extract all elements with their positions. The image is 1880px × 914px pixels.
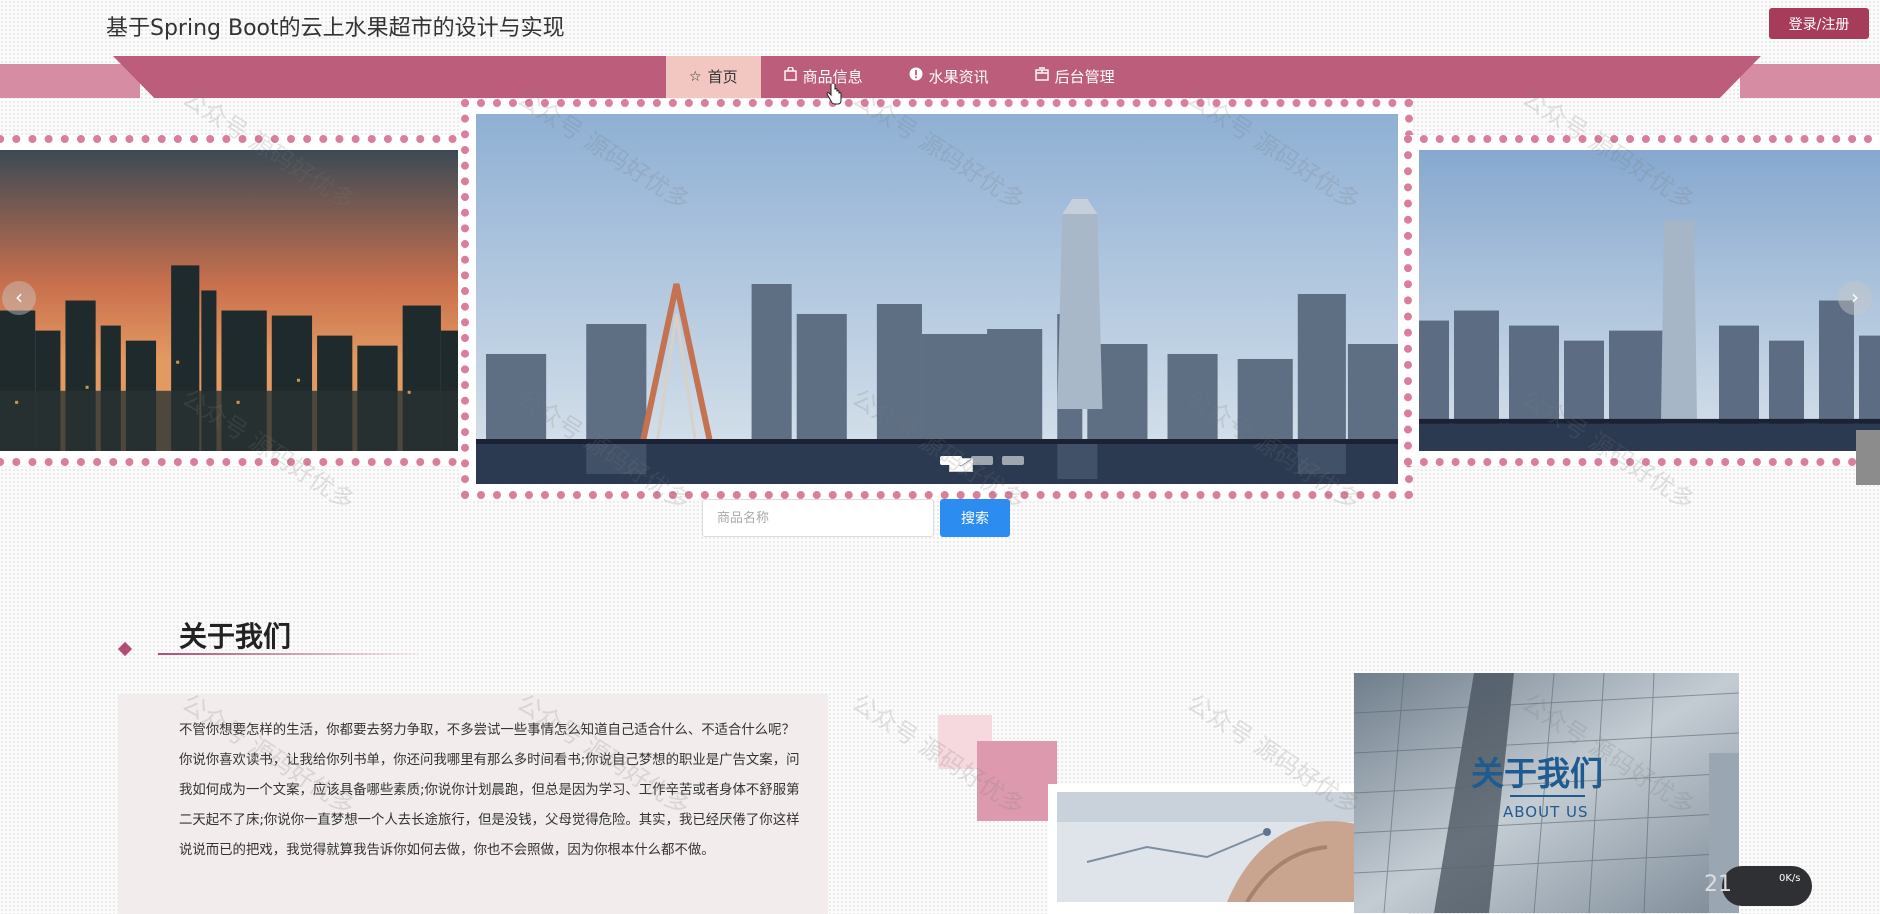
hand-cursor-icon [826, 82, 842, 110]
carousel-indicators [940, 456, 1024, 465]
nav-bar-left-wing [0, 64, 140, 98]
carousel-dot[interactable] [1002, 456, 1024, 465]
carousel-dot[interactable] [971, 456, 993, 465]
speed-widget-rate: 0K/s [1779, 873, 1801, 884]
nav-item-home[interactable]: ☆ 首页 [666, 56, 761, 98]
bag-icon [783, 56, 797, 98]
network-speed-widget [1722, 866, 1812, 906]
carousel-slide-right[interactable] [1404, 135, 1880, 466]
package-icon [1034, 56, 1049, 98]
speed-widget-value: 21 [1704, 872, 1732, 897]
site-title: 基于Spring Boot的云上水果超市的设计与实现 [106, 16, 565, 41]
slide-image-city-sunset [0, 150, 458, 451]
nav-item-label: 首页 [707, 68, 738, 86]
carousel-next-button[interactable]: › [1838, 281, 1872, 315]
about-us-text: 不管你想要怎样的生活，你都要去努力争取，不多尝试一些事情怎么知道自己适合什么、不… [179, 723, 800, 858]
star-icon: ☆ [689, 69, 702, 85]
image-overlay-title: 关于我们 [1471, 754, 1603, 793]
nav-item-fruit-news[interactable]: 水果资讯 [886, 56, 1012, 98]
about-image-business-hands [1057, 792, 1400, 902]
heading-underline [158, 653, 418, 655]
slide-image-city-skyline [1419, 150, 1880, 451]
carousel-prev-button[interactable]: ‹ [2, 281, 36, 315]
carousel-slide-left[interactable] [0, 135, 473, 466]
carousel-dot[interactable] [940, 456, 962, 465]
search-button[interactable]: 搜索 [940, 499, 1010, 537]
carousel-slide-active[interactable] [461, 99, 1413, 499]
about-us-heading: 关于我们 [179, 620, 292, 653]
login-register-button[interactable]: 登录/注册 [1769, 8, 1869, 39]
nav-item-label: 水果资讯 [928, 68, 989, 86]
decor-square-dark [977, 741, 1057, 821]
nav-menu: ☆ 首页 商品信息 水果资讯 后台管理 [666, 56, 1138, 98]
image-overlay-subtitle: ABOUT US [1503, 803, 1589, 821]
section-diamond-marker [117, 641, 133, 657]
nav-bar-right-wing [1740, 64, 1880, 98]
side-tab[interactable] [1856, 430, 1880, 485]
slide-image-city-river-day [476, 114, 1398, 484]
nav-item-products[interactable]: 商品信息 [761, 56, 886, 98]
image-overlay-underline [1510, 795, 1585, 797]
product-name-search-input[interactable] [702, 499, 934, 537]
info-icon [909, 56, 923, 98]
nav-item-admin[interactable]: 后台管理 [1012, 56, 1138, 98]
nav-item-label: 后台管理 [1054, 68, 1115, 86]
